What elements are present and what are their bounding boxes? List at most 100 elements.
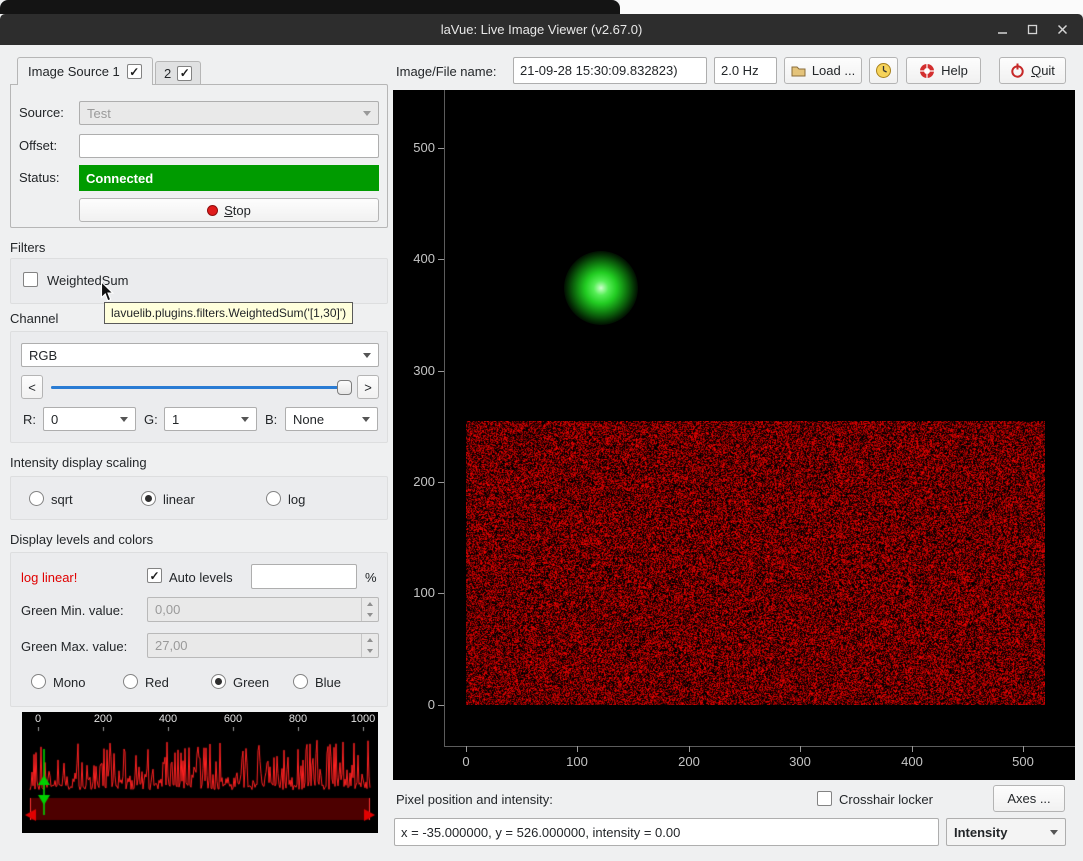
histogram-widget[interactable]: 0 200 400 600 800 1000	[22, 712, 378, 833]
clock-button[interactable]	[869, 57, 898, 84]
y-tick-label: 300	[397, 363, 435, 378]
slider-handle[interactable]	[337, 380, 352, 395]
histogram-tick-label: 800	[283, 713, 313, 725]
crosshair-locker-checkbox[interactable]	[817, 791, 832, 806]
x-tick-label: 400	[890, 754, 934, 769]
channel-panel: RGB < > R: 0 G: 1 B: None	[10, 331, 388, 443]
slider-next-button[interactable]: >	[357, 375, 379, 399]
image-view[interactable]: 500 400 300 200 100 0 0 100 200 300 400 …	[393, 90, 1075, 780]
spin-down-icon[interactable]	[362, 610, 378, 622]
help-button[interactable]: Help	[906, 57, 981, 84]
mono-radio[interactable]	[31, 674, 46, 689]
green-min-spinbox[interactable]: 0,00	[147, 597, 379, 622]
image-source-1-checkbox[interactable]: ✓	[127, 64, 142, 79]
weightedsum-checkbox[interactable]	[23, 272, 38, 287]
tab-image-source-2[interactable]: 2 ✓	[155, 61, 201, 84]
image-source-2-checkbox[interactable]: ✓	[177, 66, 192, 81]
sqrt-radio[interactable]	[29, 491, 44, 506]
x-tick-mark	[912, 746, 913, 752]
blue-radio-label[interactable]: Blue	[315, 675, 341, 690]
spin-up-icon[interactable]	[362, 634, 378, 646]
red-radio-label[interactable]: Red	[145, 675, 169, 690]
histogram-tick-label: 200	[88, 713, 118, 725]
green-radio-label[interactable]: Green	[233, 675, 269, 690]
maximize-button[interactable]	[1017, 14, 1047, 45]
source-select-value: Test	[87, 106, 111, 121]
y-axis-line	[444, 90, 445, 747]
green-radio[interactable]	[211, 674, 226, 689]
check-icon: ✓	[149, 570, 159, 582]
offset-label: Offset:	[19, 138, 57, 153]
tab-image-source-2-label: 2	[164, 66, 171, 81]
scaling-warning: log linear!	[21, 570, 77, 585]
spin-down-icon[interactable]	[362, 646, 378, 658]
green-min-label: Green Min. value:	[21, 603, 124, 618]
x-tick-mark	[466, 746, 467, 752]
y-tick-label: 500	[397, 140, 435, 155]
refresh-rate-input[interactable]	[714, 57, 777, 84]
green-max-value: 27,00	[155, 638, 188, 653]
green-max-spinbox[interactable]: 27,00	[147, 633, 379, 658]
green-max-spin-buttons[interactable]	[361, 634, 378, 657]
axes-button[interactable]: Axes ...	[993, 785, 1065, 812]
g-select[interactable]: 1	[164, 407, 257, 431]
spin-up-icon[interactable]	[362, 598, 378, 610]
auto-levels-checkbox[interactable]: ✓	[147, 568, 162, 583]
quit-button-label: Quit	[1031, 63, 1055, 78]
b-label: B:	[265, 412, 277, 427]
mono-radio-label[interactable]: Mono	[53, 675, 86, 690]
channel-mode-select[interactable]: RGB	[21, 343, 379, 367]
filters-panel: WeightedSum	[10, 258, 388, 304]
histogram-tick-label: 0	[23, 713, 53, 725]
percent-label: %	[365, 570, 377, 585]
log-radio[interactable]	[266, 491, 281, 506]
histogram-canvas[interactable]	[22, 727, 378, 833]
x-axis-line	[444, 746, 1075, 747]
y-tick-mark	[438, 371, 444, 372]
log-radio-label[interactable]: log	[288, 492, 305, 507]
stop-button-label: Stop	[224, 203, 251, 218]
display-mode-value: Intensity	[954, 825, 1007, 840]
histogram-tick-label: 400	[153, 713, 183, 725]
x-tick-mark	[1023, 746, 1024, 752]
channel-slider[interactable]	[49, 375, 353, 399]
levels-section-label: Display levels and colors	[10, 532, 153, 547]
x-tick-label: 500	[1001, 754, 1045, 769]
green-min-spin-buttons[interactable]	[361, 598, 378, 621]
blue-radio[interactable]	[293, 674, 308, 689]
offset-input[interactable]	[79, 134, 379, 158]
tooltip-text: lavuelib.plugins.filters.WeightedSum('[1…	[111, 306, 346, 320]
pixel-position-input[interactable]	[394, 818, 939, 846]
source-select[interactable]: Test	[79, 101, 379, 125]
display-mode-select[interactable]: Intensity	[946, 818, 1066, 846]
b-select[interactable]: None	[285, 407, 378, 431]
linear-radio[interactable]	[141, 491, 156, 506]
tab-image-source-1[interactable]: Image Source 1 ✓	[17, 57, 153, 85]
g-select-value: 1	[172, 412, 179, 427]
quit-button[interactable]: Quit	[999, 57, 1066, 84]
close-button[interactable]	[1047, 14, 1077, 45]
g-label: G:	[144, 412, 158, 427]
clock-icon	[875, 62, 892, 79]
b-select-value: None	[293, 412, 324, 427]
minimize-button[interactable]	[987, 14, 1017, 45]
crosshair-locker-label[interactable]: Crosshair locker	[839, 792, 933, 807]
sqrt-radio-label[interactable]: sqrt	[51, 492, 73, 507]
weightedsum-label: WeightedSum	[47, 273, 128, 288]
tooltip: lavuelib.plugins.filters.WeightedSum('[1…	[104, 302, 353, 324]
stop-button[interactable]: Stop	[79, 198, 379, 222]
slider-next-label: >	[364, 380, 372, 395]
linear-radio-label[interactable]: linear	[163, 492, 195, 507]
load-button[interactable]: Load ...	[784, 57, 862, 84]
x-tick-mark	[689, 746, 690, 752]
slider-prev-button[interactable]: <	[21, 375, 43, 399]
image-file-label: Image/File name:	[396, 64, 496, 79]
red-radio[interactable]	[123, 674, 138, 689]
mouse-cursor-icon	[100, 281, 115, 306]
r-select[interactable]: 0	[43, 407, 136, 431]
auto-levels-percent-input[interactable]	[251, 564, 357, 589]
image-file-input[interactable]	[513, 57, 707, 84]
scaling-section-label: Intensity display scaling	[10, 455, 147, 470]
auto-levels-label[interactable]: Auto levels	[169, 570, 233, 585]
desktop-strip	[620, 0, 1083, 14]
